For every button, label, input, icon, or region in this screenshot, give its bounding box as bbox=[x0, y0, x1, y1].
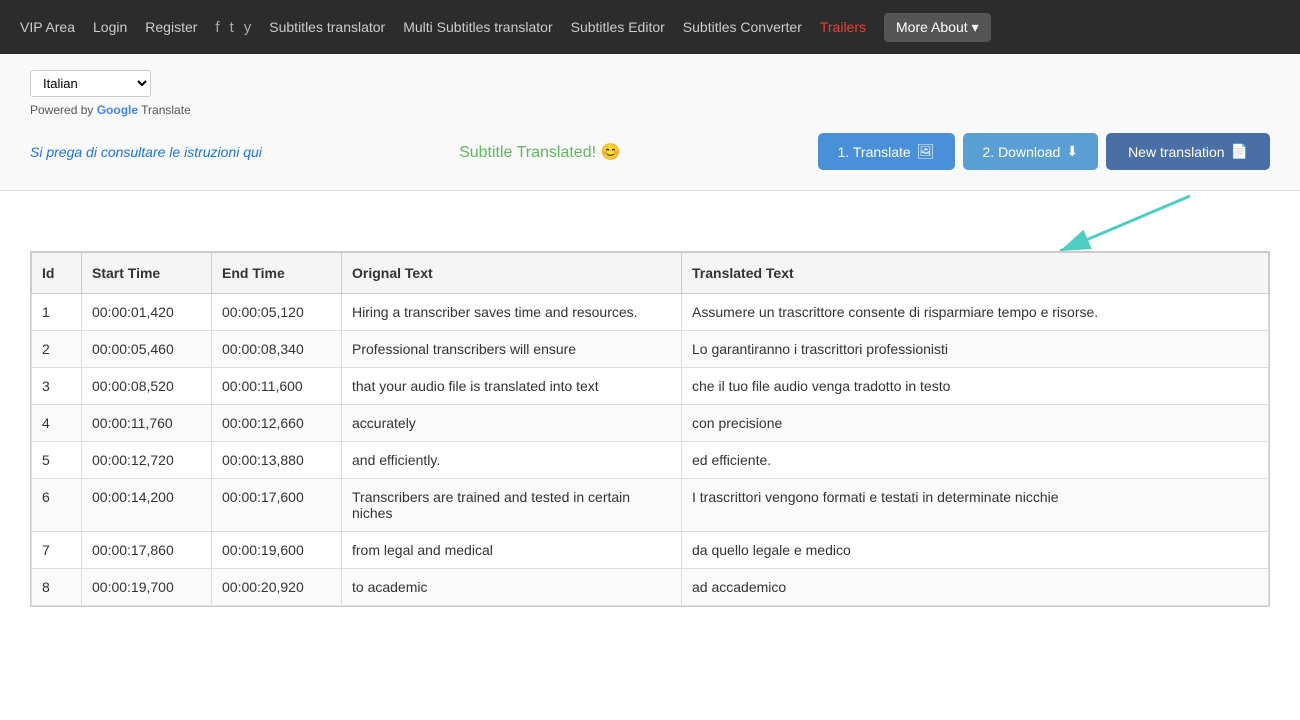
cell-translated-text: da quello legale e medico bbox=[682, 532, 1269, 569]
action-row: Si prega di consultare le istruzioni qui… bbox=[30, 133, 1270, 170]
cell-translated-text: Assumere un trascrittore consente di ris… bbox=[682, 294, 1269, 331]
cell-translated-text: con precisione bbox=[682, 405, 1269, 442]
cell-original-text: and efficiently. bbox=[342, 442, 682, 479]
arrow-container bbox=[0, 191, 1300, 251]
dropdown-chevron-icon: ▾ bbox=[972, 19, 979, 36]
translate-button[interactable]: 1. Translate 🖼 bbox=[818, 133, 955, 170]
cell-id: 1 bbox=[32, 294, 82, 331]
cell-id: 7 bbox=[32, 532, 82, 569]
file-icon: 📄 bbox=[1231, 143, 1248, 160]
cell-original-text: from legal and medical bbox=[342, 532, 682, 569]
cell-start-time: 00:00:05,460 bbox=[82, 331, 212, 368]
nav-register[interactable]: Register bbox=[145, 19, 197, 35]
cell-start-time: 00:00:17,860 bbox=[82, 532, 212, 569]
cell-translated-text: ad accademico bbox=[682, 569, 1269, 606]
cell-id: 6 bbox=[32, 479, 82, 532]
cell-original-text: accurately bbox=[342, 405, 682, 442]
table-row: 7 00:00:17,860 00:00:19,600 from legal a… bbox=[32, 532, 1269, 569]
download-icon: ⬇ bbox=[1066, 143, 1078, 160]
col-header-end-time: End Time bbox=[212, 253, 342, 294]
cell-start-time: 00:00:08,520 bbox=[82, 368, 212, 405]
cell-id: 8 bbox=[32, 569, 82, 606]
table-wrapper[interactable]: Id Start Time End Time Orignal Text Tran… bbox=[30, 251, 1270, 607]
cell-id: 5 bbox=[32, 442, 82, 479]
nav-subtitles-converter[interactable]: Subtitles Converter bbox=[683, 19, 802, 35]
language-select-row: ItalianEnglishFrenchSpanishGermanPortugu… bbox=[30, 70, 1270, 97]
instruction-link[interactable]: Si prega di consultare le istruzioni qui bbox=[30, 144, 262, 160]
cell-end-time: 00:00:12,660 bbox=[212, 405, 342, 442]
cell-translated-text: ed efficiente. bbox=[682, 442, 1269, 479]
cell-end-time: 00:00:11,600 bbox=[212, 368, 342, 405]
cell-original-text: to academic bbox=[342, 569, 682, 606]
twitter-icon[interactable]: t bbox=[230, 19, 234, 36]
cell-end-time: 00:00:05,120 bbox=[212, 294, 342, 331]
cell-end-time: 00:00:19,600 bbox=[212, 532, 342, 569]
action-buttons: 1. Translate 🖼 2. Download ⬇ New transla… bbox=[818, 133, 1270, 170]
cell-translated-text: I trascrittori vengono formati e testati… bbox=[682, 479, 1269, 532]
cell-id: 2 bbox=[32, 331, 82, 368]
subtitle-translated-label: Subtitle Translated! 😊 bbox=[459, 142, 620, 162]
cell-id: 4 bbox=[32, 405, 82, 442]
cell-start-time: 00:00:12,720 bbox=[82, 442, 212, 479]
nav-login[interactable]: Login bbox=[93, 19, 127, 35]
cell-start-time: 00:00:01,420 bbox=[82, 294, 212, 331]
nav-multi-subtitles-translator[interactable]: Multi Subtitles translator bbox=[403, 19, 552, 35]
table-row: 1 00:00:01,420 00:00:05,120 Hiring a tra… bbox=[32, 294, 1269, 331]
table-row: 2 00:00:05,460 00:00:08,340 Professional… bbox=[32, 331, 1269, 368]
cell-start-time: 00:00:11,760 bbox=[82, 405, 212, 442]
table-row: 8 00:00:19,700 00:00:20,920 to academic … bbox=[32, 569, 1269, 606]
cell-original-text: Hiring a transcriber saves time and reso… bbox=[342, 294, 682, 331]
cell-original-text: Professional transcribers will ensure bbox=[342, 331, 682, 368]
table-row: 5 00:00:12,720 00:00:13,880 and efficien… bbox=[32, 442, 1269, 479]
nav-vip-area[interactable]: VIP Area bbox=[20, 19, 75, 35]
cell-translated-text: che il tuo file audio venga tradotto in … bbox=[682, 368, 1269, 405]
table-container: Id Start Time End Time Orignal Text Tran… bbox=[0, 251, 1300, 637]
language-select[interactable]: ItalianEnglishFrenchSpanishGermanPortugu… bbox=[30, 70, 151, 97]
subtitles-table: Id Start Time End Time Orignal Text Tran… bbox=[31, 252, 1269, 606]
col-header-translated-text: Translated Text bbox=[682, 253, 1269, 294]
top-section: ItalianEnglishFrenchSpanishGermanPortugu… bbox=[0, 54, 1300, 191]
table-row: 3 00:00:08,520 00:00:11,600 that your au… bbox=[32, 368, 1269, 405]
cell-end-time: 00:00:20,920 bbox=[212, 569, 342, 606]
table-row: 6 00:00:14,200 00:00:17,600 Transcribers… bbox=[32, 479, 1269, 532]
nav-subtitles-translator[interactable]: Subtitles translator bbox=[269, 19, 385, 35]
facebook-icon[interactable]: f bbox=[215, 19, 219, 36]
cell-end-time: 00:00:17,600 bbox=[212, 479, 342, 532]
youtube-icon[interactable]: y bbox=[244, 19, 252, 36]
table-row: 4 00:00:11,760 00:00:12,660 accurately c… bbox=[32, 405, 1269, 442]
nav-social-icons: f t y bbox=[215, 19, 251, 36]
cell-original-text: that your audio file is translated into … bbox=[342, 368, 682, 405]
col-header-original-text: Orignal Text bbox=[342, 253, 682, 294]
cell-start-time: 00:00:19,700 bbox=[82, 569, 212, 606]
col-header-start-time: Start Time bbox=[82, 253, 212, 294]
col-header-id: Id bbox=[32, 253, 82, 294]
powered-by: Powered by Google Translate bbox=[30, 103, 1270, 117]
nav-trailers[interactable]: Trailers bbox=[820, 19, 866, 35]
cell-end-time: 00:00:13,880 bbox=[212, 442, 342, 479]
new-translation-button[interactable]: New translation 📄 bbox=[1106, 133, 1270, 170]
translate-icon: 🖼 bbox=[917, 143, 935, 160]
download-button[interactable]: 2. Download ⬇ bbox=[963, 133, 1099, 170]
cell-original-text: Transcribers are trained and tested in c… bbox=[342, 479, 682, 532]
cell-start-time: 00:00:14,200 bbox=[82, 479, 212, 532]
nav-more-about[interactable]: More About ▾ bbox=[884, 13, 991, 42]
nav-subtitles-editor[interactable]: Subtitles Editor bbox=[571, 19, 665, 35]
cell-id: 3 bbox=[32, 368, 82, 405]
cell-end-time: 00:00:08,340 bbox=[212, 331, 342, 368]
cell-translated-text: Lo garantiranno i trascrittori professio… bbox=[682, 331, 1269, 368]
